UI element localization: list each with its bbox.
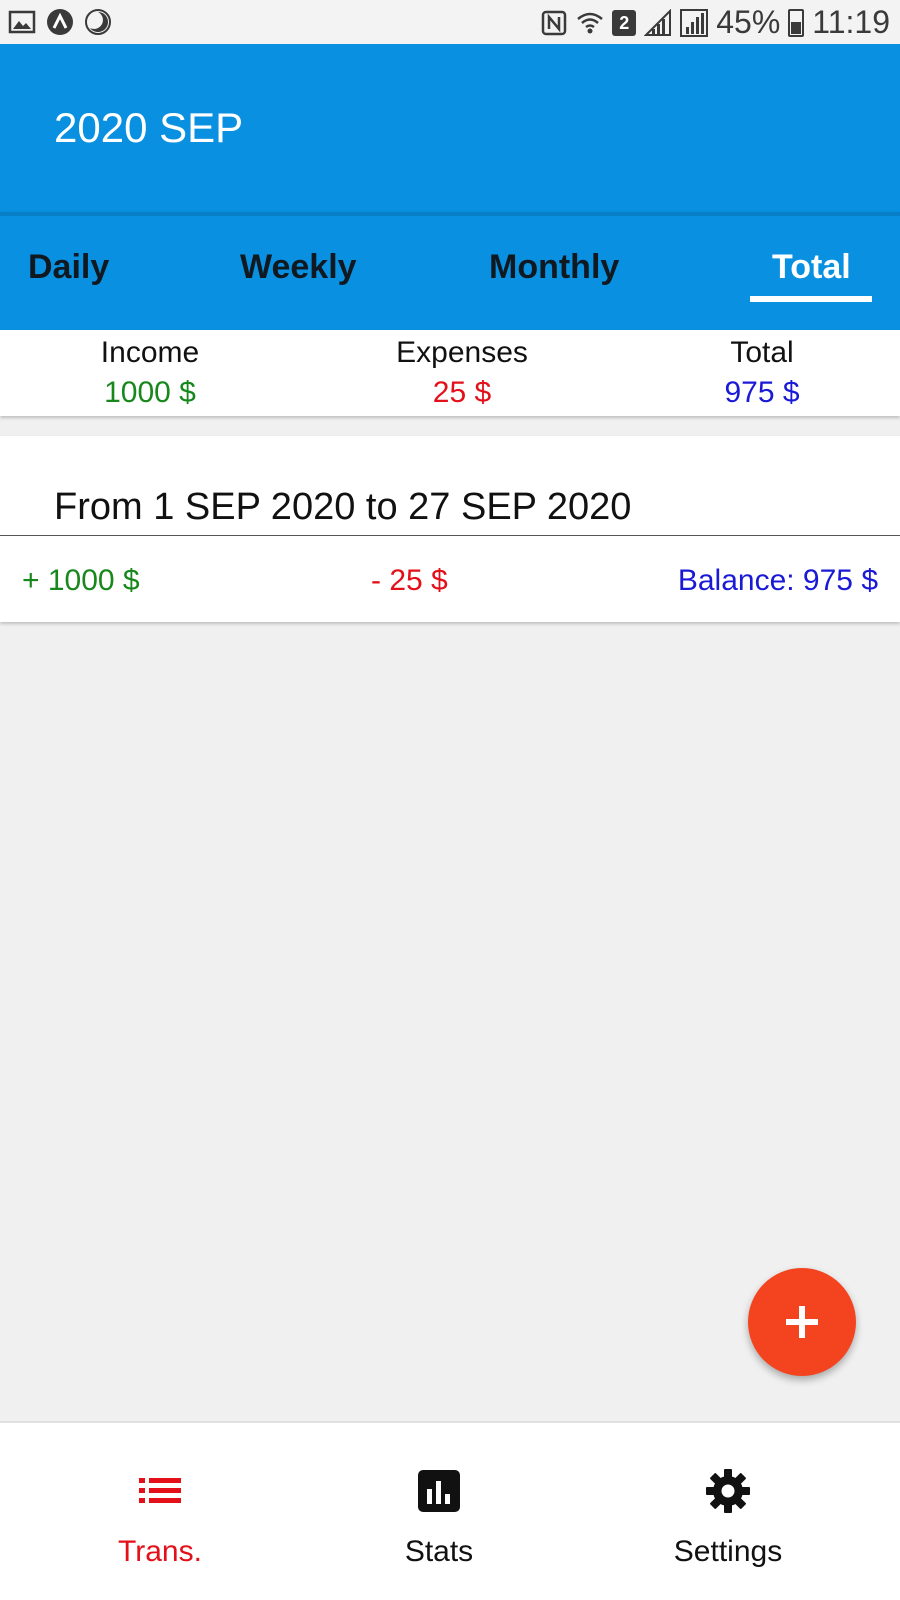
list-icon (139, 1478, 181, 1503)
period-expense: - 25 $ (371, 564, 448, 597)
income-summary: Income 1000 $ (0, 336, 300, 410)
page-title[interactable]: 2020 SEP (54, 104, 243, 152)
wifi-icon (577, 12, 604, 33)
nav-item-stats[interactable]: Stats (289, 1423, 589, 1600)
bottom-navigation: Trans. Stats Settings (0, 1421, 900, 1600)
expenses-label: Expenses (396, 336, 528, 369)
nav-item-settings[interactable]: Settings (578, 1423, 878, 1600)
income-label: Income (100, 336, 200, 369)
period-card[interactable]: From 1 SEP 2020 to 27 SEP 2020 + 1000 $ … (0, 436, 900, 622)
signal-icon-2 (680, 8, 709, 37)
expenses-summary: Expenses 25 $ (312, 336, 612, 410)
battery-icon (788, 8, 805, 37)
total-value: 975 $ (724, 376, 800, 409)
nfc-icon (542, 10, 567, 35)
status-bar: 2 45% 11:19 (0, 0, 900, 44)
tab-weekly[interactable]: Weekly (240, 248, 357, 287)
tab-daily[interactable]: Daily (28, 248, 109, 287)
period-range: From 1 SEP 2020 to 27 SEP 2020 (54, 486, 632, 528)
plus-icon (786, 1306, 818, 1338)
sim-badge: 2 (612, 9, 637, 36)
period-balance: Balance: 975 $ (677, 564, 878, 597)
app-notification-icon (47, 9, 73, 35)
clock: 11:19 (812, 4, 890, 40)
period-tabs: Daily Weekly Monthly Total (0, 212, 900, 330)
expenses-value: 25 $ (432, 376, 492, 409)
status-bar-right: 2 45% 11:19 (540, 4, 890, 41)
status-bar-left (8, 8, 112, 36)
nav-item-transactions[interactable]: Trans. (10, 1423, 310, 1600)
nav-label-stats: Stats (404, 1535, 474, 1568)
nav-label-transactions: Trans. (118, 1535, 202, 1568)
nav-label-settings: Settings (673, 1535, 783, 1568)
add-transaction-button[interactable] (748, 1268, 856, 1376)
card-divider (0, 535, 900, 536)
income-value: 1000 $ (104, 376, 196, 409)
bar-chart-icon (418, 1470, 460, 1512)
active-tab-indicator (750, 296, 872, 302)
period-income: + 1000 $ (22, 564, 140, 597)
battery-percent: 45% (716, 4, 781, 40)
tab-monthly[interactable]: Monthly (489, 248, 619, 287)
total-label: Total (730, 336, 794, 369)
image-notification-icon (8, 10, 36, 34)
app-bar: 2020 SEP (0, 44, 900, 212)
summary-bar: Income 1000 $ Expenses 25 $ Total 975 $ (0, 330, 900, 416)
tab-total[interactable]: Total (772, 248, 851, 287)
night-mode-icon (85, 9, 111, 35)
gear-icon (706, 1469, 750, 1513)
total-summary: Total 975 $ (612, 336, 900, 410)
signal-icon (644, 8, 672, 36)
